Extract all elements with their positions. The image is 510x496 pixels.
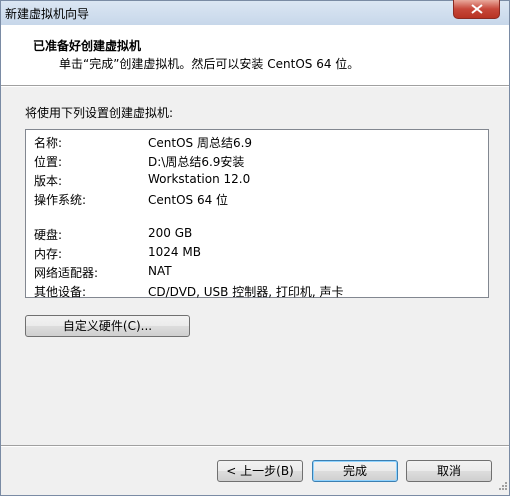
summary-value: CD/DVD, USB 控制器, 打印机, 声卡 [148,285,344,299]
summary-row-version: 版本: Workstation 12.0 [34,172,484,190]
back-button[interactable]: < 上一步(B) [217,460,303,482]
summary-value: D:\周总结6.9安装 [148,155,245,169]
header-divider [1,85,509,87]
summary-row-os: 操作系统: CentOS 64 位 [34,191,484,209]
summary-row-network: 网络适配器: NAT [34,264,484,282]
title-bar[interactable]: 新建虚拟机向导 [1,0,509,25]
summary-row-devices: 其他设备: CD/DVD, USB 控制器, 打印机, 声卡 [34,283,484,301]
summary-key: 硬盘: [34,228,63,242]
header-title: 已准备好创建虚拟机 [33,39,142,53]
resize-grip-icon[interactable] [496,481,508,493]
close-icon [471,4,483,14]
summary-row-disk: 硬盘: 200 GB [34,226,484,244]
intro-text: 将使用下列设置创建虚拟机: [25,106,174,120]
wizard-header: 已准备好创建虚拟机 单击“完成”创建虚拟机。然后可以安装 CentOS 64 位… [1,25,509,85]
summary-value: Workstation 12.0 [148,172,251,186]
summary-key: 版本: [34,174,63,188]
cancel-button[interactable]: 取消 [406,460,492,482]
summary-value: 200 GB [148,226,193,240]
wizard-window: 新建虚拟机向导 已准备好创建虚拟机 单击“完成”创建虚拟机。然后可以安装 Cen… [0,0,510,496]
close-button[interactable] [453,0,500,19]
summary-key: 操作系统: [34,193,87,207]
summary-value: CentOS 周总结6.9 [148,136,253,150]
summary-key: 位置: [34,155,63,169]
summary-value: CentOS 64 位 [148,193,229,207]
summary-value: 1024 MB [148,245,201,259]
customize-hardware-button[interactable]: 自定义硬件(C)... [25,315,190,337]
summary-key: 内存: [34,247,63,261]
finish-button[interactable]: 完成 [312,460,398,482]
footer-divider [1,445,509,447]
summary-row-location: 位置: D:\周总结6.9安装 [34,153,484,171]
summary-row-name: 名称: CentOS 周总结6.9 [34,134,484,152]
summary-key: 其他设备: [34,285,87,299]
settings-summary[interactable]: 名称: CentOS 周总结6.9 位置: D:\周总结6.9安装 版本: Wo… [25,129,489,301]
summary-value: NAT [148,264,172,278]
header-subtitle: 单击“完成”创建虚拟机。然后可以安装 CentOS 64 位。 [59,57,360,71]
window-title: 新建虚拟机向导 [5,7,90,21]
summary-row-memory: 内存: 1024 MB [34,245,484,263]
summary-key: 网络适配器: [34,266,99,280]
summary-key: 名称: [34,136,63,150]
